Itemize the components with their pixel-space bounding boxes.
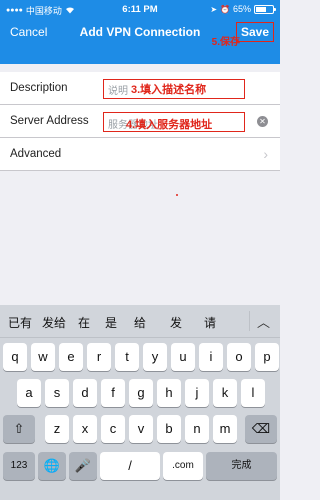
navigation-bar: Cancel Add VPN Connection 5.保存 Save xyxy=(0,22,280,48)
cancel-button[interactable]: Cancel xyxy=(10,25,47,39)
key-d[interactable]: d xyxy=(73,379,97,407)
globe-icon: 🌐 xyxy=(43,458,61,473)
advanced-row[interactable]: Advanced › xyxy=(0,138,280,171)
server-field[interactable]: 服务器地址 4.填入服务器地址 xyxy=(103,112,245,132)
key-n[interactable]: n xyxy=(185,415,209,443)
location-icon: ➤ xyxy=(210,4,218,14)
key-e[interactable]: e xyxy=(59,343,83,371)
key-r[interactable]: r xyxy=(87,343,111,371)
top-bar: ●●●● 中国移动 6:11 PM ➤ ⏰ 65% Cancel Add VPN… xyxy=(0,0,280,64)
key-z[interactable]: z xyxy=(45,415,69,443)
key-u[interactable]: u xyxy=(171,343,195,371)
status-bar: ●●●● 中国移动 6:11 PM ➤ ⏰ 65% xyxy=(0,2,280,18)
candidate-divider xyxy=(249,311,250,331)
key-m[interactable]: m xyxy=(213,415,237,443)
candidate-word[interactable]: 发 xyxy=(170,314,182,331)
key-p[interactable]: p xyxy=(255,343,279,371)
vpn-form: Description 说明 3.填入描述名称 Server Address 服… xyxy=(0,72,280,171)
key-w[interactable]: w xyxy=(31,343,55,371)
battery-percent: 65% xyxy=(232,4,251,14)
key-s[interactable]: s xyxy=(45,379,69,407)
shift-key[interactable]: ⇧ xyxy=(3,415,35,443)
key-x[interactable]: x xyxy=(73,415,97,443)
description-annotation: 3.填入描述名称 xyxy=(131,84,207,96)
key-c[interactable]: c xyxy=(101,415,125,443)
description-placeholder: 说明 xyxy=(108,85,128,97)
clear-icon[interactable]: ✕ xyxy=(257,116,268,127)
battery-icon xyxy=(254,4,276,14)
candidate-word[interactable]: 发给 xyxy=(42,314,66,331)
key-a[interactable]: a xyxy=(17,379,41,407)
key-v[interactable]: v xyxy=(129,415,153,443)
microphone-icon: 🎤 xyxy=(74,458,92,473)
key-g[interactable]: g xyxy=(129,379,153,407)
advanced-label: Advanced xyxy=(10,148,62,160)
backspace-icon: ⌫ xyxy=(251,421,271,436)
candidate-word[interactable]: 在 xyxy=(78,314,90,331)
key-l[interactable]: l xyxy=(241,379,265,407)
description-label: Description xyxy=(10,82,68,94)
key-i[interactable]: i xyxy=(199,343,223,371)
key-y[interactable]: y xyxy=(143,343,167,371)
key-k[interactable]: k xyxy=(213,379,237,407)
candidate-word[interactable]: 给 xyxy=(134,314,146,331)
candidate-word[interactable]: 是 xyxy=(105,314,117,331)
slash-key[interactable]: / xyxy=(100,452,160,480)
alarm-icon: ⏰ xyxy=(220,4,230,14)
server-label: Server Address xyxy=(10,115,89,127)
chevron-up-icon[interactable]: ︿ xyxy=(257,312,270,331)
key-q[interactable]: q xyxy=(3,343,27,371)
keyboard: ︿ 已有 发给在是给 发 请 q w e r t y u i o p a s d f g h j k l ⇧ z x c v b n m ⌫… xyxy=(0,305,280,500)
candidate-word[interactable]: 已有 xyxy=(8,314,32,331)
save-button[interactable]: Save xyxy=(235,22,274,42)
numbers-key[interactable]: 123 xyxy=(3,452,35,480)
done-key[interactable]: 完成 xyxy=(206,452,277,480)
candidate-bar: ︿ 已有 发给在是给 发 请 xyxy=(0,305,280,338)
description-row: Description 说明 3.填入描述名称 xyxy=(0,72,280,105)
key-t[interactable]: t xyxy=(115,343,139,371)
annotation-dot xyxy=(176,194,178,196)
com-key[interactable]: .com xyxy=(163,452,203,480)
delete-key[interactable]: ⌫ xyxy=(245,415,277,443)
shift-icon: ⇧ xyxy=(13,421,25,436)
key-h[interactable]: h xyxy=(157,379,181,407)
key-b[interactable]: b xyxy=(157,415,181,443)
server-row: Server Address 服务器地址 4.填入服务器地址 ✕ xyxy=(0,105,280,138)
key-j[interactable]: j xyxy=(185,379,209,407)
candidate-word[interactable]: 请 xyxy=(204,314,216,331)
description-field[interactable]: 说明 3.填入描述名称 xyxy=(103,79,245,99)
server-annotation: 4.填入服务器地址 xyxy=(126,119,213,131)
chevron-right-icon: › xyxy=(263,146,268,162)
key-o[interactable]: o xyxy=(227,343,251,371)
key-f[interactable]: f xyxy=(101,379,125,407)
mic-key[interactable]: 🎤 xyxy=(69,452,97,480)
globe-key[interactable]: 🌐 xyxy=(38,452,66,480)
